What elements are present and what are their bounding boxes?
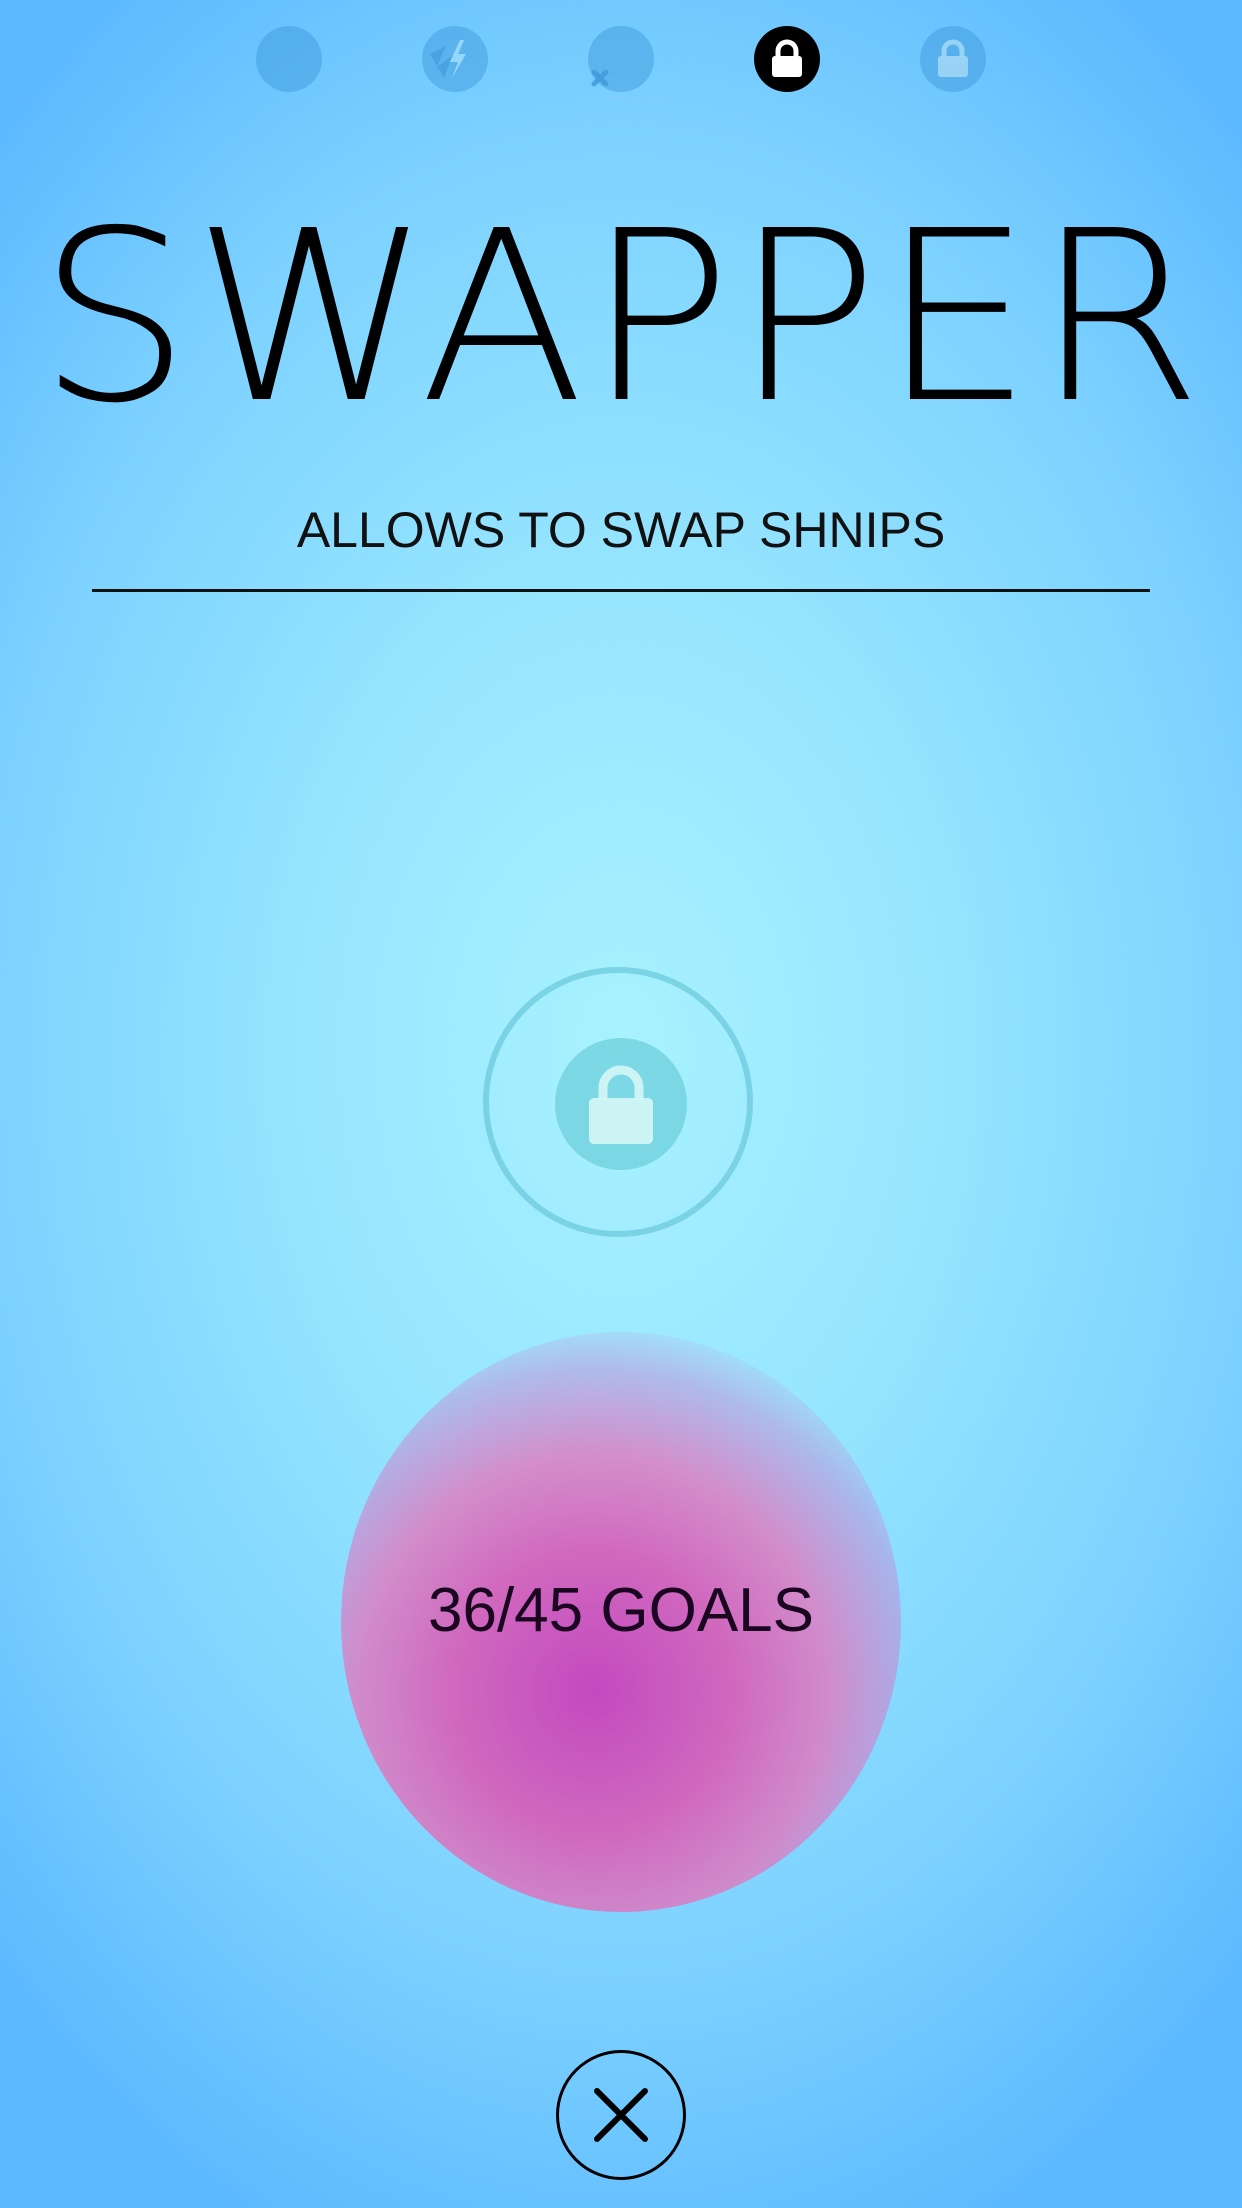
- powerup-description: ALLOWS TO SWAP SHNIPS: [296, 502, 946, 558]
- tab-powerup-locked[interactable]: [920, 26, 986, 92]
- lock-icon: [938, 39, 968, 77]
- close-icon: [594, 2088, 648, 2142]
- divider: [92, 589, 1150, 592]
- close-button[interactable]: [556, 2050, 686, 2180]
- tab-powerup-cross[interactable]: [588, 26, 654, 92]
- tab-powerup-1[interactable]: [256, 26, 322, 92]
- goals-progress-text: 36/45 GOALS: [427, 1576, 815, 1645]
- lock-icon: [589, 1065, 653, 1144]
- cross-bomb-icon: [591, 69, 609, 87]
- powerup-title: SWAPPER: [37, 180, 1205, 455]
- powerup-tabs: [0, 26, 1242, 92]
- lock-icon: [772, 39, 802, 77]
- tab-powerup-lightning[interactable]: [422, 26, 488, 92]
- tab-powerup-swapper[interactable]: [754, 26, 820, 92]
- lightning-icon: [430, 40, 466, 78]
- lock-status: [555, 1038, 687, 1170]
